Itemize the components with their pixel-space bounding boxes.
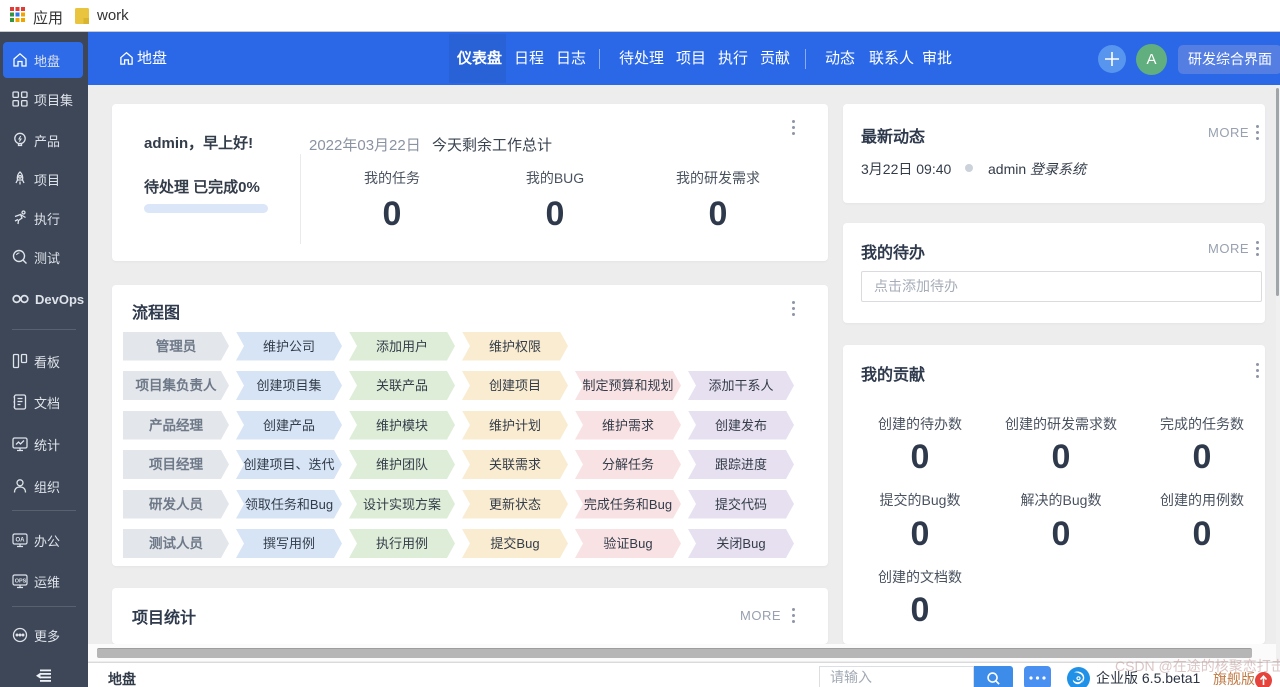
svg-text:OA: OA [16,538,26,544]
svg-text:OPS: OPS [15,579,27,585]
